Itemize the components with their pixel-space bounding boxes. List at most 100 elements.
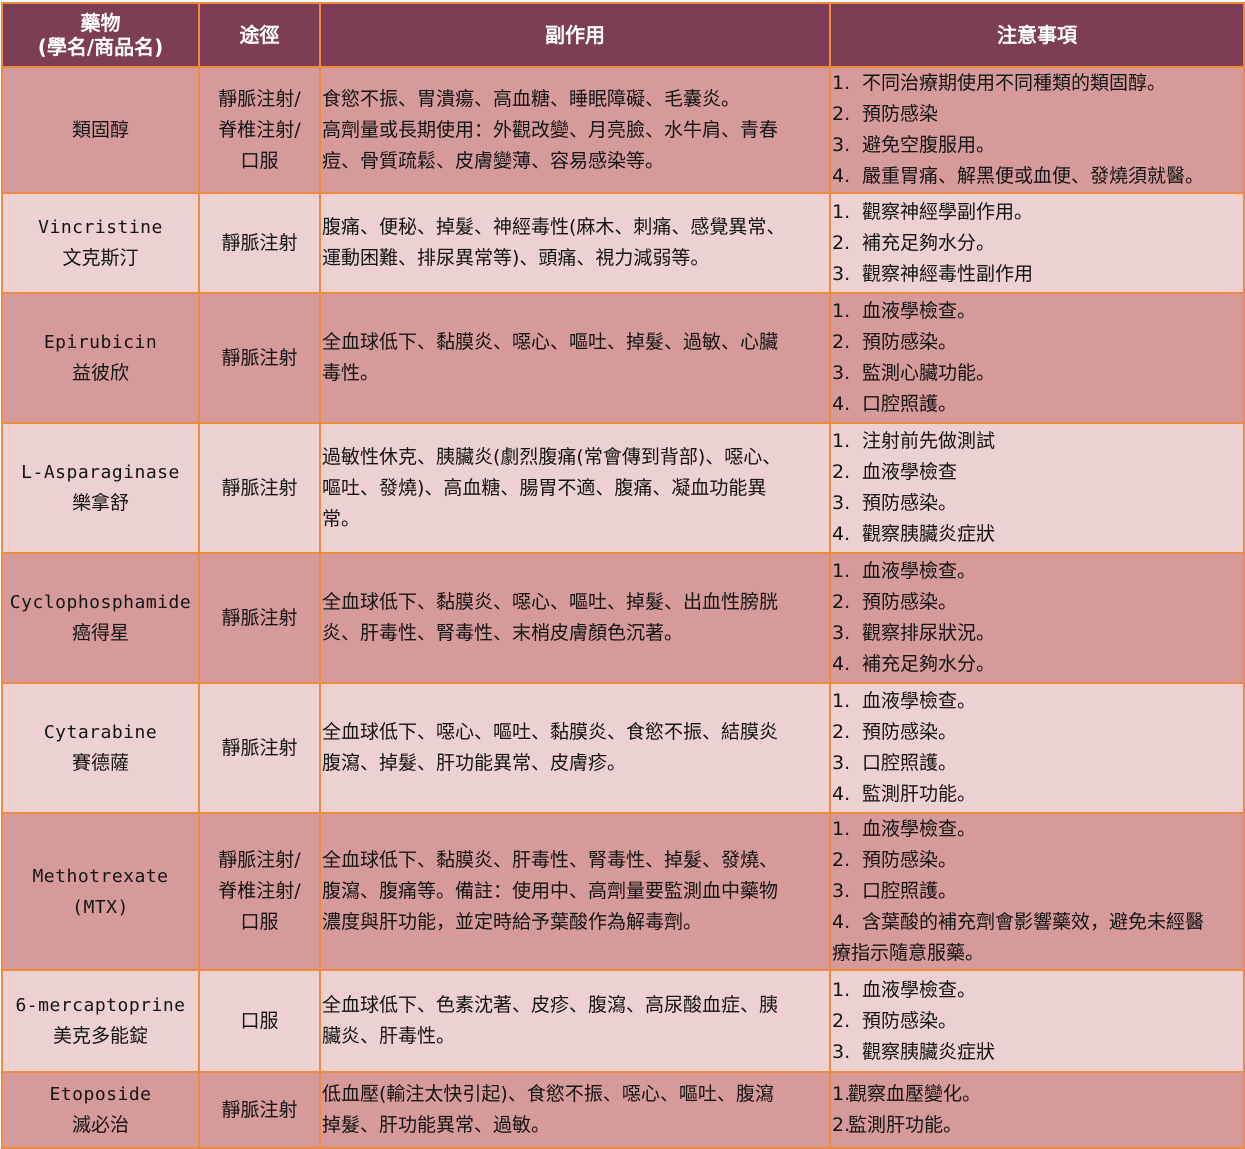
note-number: 4. <box>832 783 851 805</box>
note-text: 觀察胰臟炎症狀 <box>862 1040 996 1063</box>
side-effects-line: 臟炎、肝毒性。 <box>322 1025 456 1047</box>
side-effects-cell: 低血壓(輸注太快引起)、食慾不振、噁心、嘔吐、腹瀉 掉髮、肝功能異常、過敏。 <box>319 1071 831 1149</box>
side-effects-line: 腹痛、便秘、掉髮、神經毒性(麻木、刺痛、感覺異常、 <box>322 216 786 238</box>
side-effects-line: 低血壓(輸注太快引起)、食慾不振、噁心、嘔吐、腹瀉 <box>322 1083 774 1105</box>
drug-alt-name: 樂拿舒 <box>71 492 129 514</box>
table-row: Methotrexate (MTX) 靜脈注射/脊椎注射/口服 全血球低下、黏膜炎、肝… <box>1 812 1245 971</box>
route-line: 脊椎注射/ <box>218 880 301 902</box>
drug-alt-name: (MTX) <box>72 896 129 918</box>
notes-cell: 1. 血液學檢查。 2. 預防感染。 3. 口腔照護。 4. 含葉酸的補充劑會影響藥效，避免未… <box>829 812 1245 971</box>
table-row: 類固醇 靜脈注射/脊椎注射/口服 食慾不振、胃潰瘍、高血糖、睡眠障礙、毛囊炎。 高劑量… <box>1 66 1245 194</box>
note-item: 2. 預防感染。 <box>832 717 1242 748</box>
route-line: 靜脈注射 <box>221 346 298 369</box>
note-text: 監測心臟功能。 <box>862 362 996 384</box>
note-text: 血液學檢查。 <box>862 690 977 712</box>
side-effects-line: 腹瀉、掉髮、肝功能異常、皮膚疹。 <box>322 752 627 774</box>
drug-alt-name: 益彼欣 <box>71 362 129 384</box>
route-cell: 靜脈注射 <box>198 292 321 424</box>
note-number: 3. <box>832 492 851 514</box>
side-effects-line: 痘、骨質疏鬆、皮膚變薄、容易感染等。 <box>322 149 665 172</box>
note-number: 1. <box>832 690 851 712</box>
note-item: 3. 口腔照護。 <box>832 748 1242 779</box>
note-number: 2. <box>832 849 851 871</box>
note-text: 血液學檢查。 <box>862 300 977 322</box>
note-number: 3. <box>832 1040 851 1063</box>
note-item: 1. 注射前先做測試 <box>832 426 1242 457</box>
note-item: 3. 避免空腹服用。 <box>832 130 1242 161</box>
side-effects-cell: 全血球低下、噁心、嘔吐、黏膜炎、食慾不振、結膜炎 腹瀉、掉髮、肝功能異常、皮膚疹。 <box>319 682 831 814</box>
note-number: 3. <box>832 262 851 285</box>
drug-cell: Cytarabine 賽德薩 <box>1 682 200 814</box>
table-row: Cytarabine 賽德薩 靜脈注射 全血球低下、噁心、嘔吐、黏膜炎、食慾不振、結膜… <box>1 682 1245 814</box>
notes-cell: 1. 不同治療期使用不同種類的類固醇。 2. 預防感染 3. 避免空腹服用。 4. 嚴重胃痛、… <box>829 66 1245 194</box>
drug-alt-name: 滅必治 <box>71 1114 129 1136</box>
side-effects-line: 濃度與肝功能，並定時給予葉酸作為解毒劑。 <box>322 911 703 933</box>
drug-name: Methotrexate <box>32 865 169 887</box>
note-item: 2. 預防感染。 <box>832 327 1242 358</box>
route-line: 靜脈注射 <box>221 736 298 759</box>
side-effects-line: 全血球低下、色素沈著、皮疹、腹瀉、高尿酸血症、胰 <box>322 994 779 1016</box>
note-text: 觀察神經學副作用。 <box>862 200 1034 223</box>
note-item: 1.觀察血壓變化。 <box>832 1079 1242 1110</box>
note-text: 預防感染 <box>862 103 939 125</box>
drug-name: Cyclophosphamide <box>9 592 192 613</box>
route-cell: 靜脈注射 <box>198 1071 321 1149</box>
note-item: 3. 觀察胰臟炎症狀 <box>832 1037 1242 1068</box>
note-number: 2. <box>832 331 851 353</box>
note-text: 血液學檢查。 <box>862 818 977 840</box>
notes-cell: 1. 血液學檢查。 2. 預防感染。 3. 口腔照護。 4. 監測肝功能。 <box>829 682 1245 814</box>
note-item: 2. 預防感染。 <box>832 587 1242 618</box>
note-number: 1. <box>832 560 851 582</box>
note-text: 含葉酸的補充劑會影響藥效，避免未經醫 <box>862 911 1205 933</box>
note-number: 2. <box>832 591 851 613</box>
drug-cell: L-Asparaginase 樂拿舒 <box>1 422 200 554</box>
side-effects-cell: 全血球低下、黏膜炎、噁心、嘔吐、掉髮、出血性膀胱 炎、肝毒性、腎毒性、末梢皮膚顏色… <box>319 552 831 684</box>
note-text: 觀察神經毒性副作用 <box>862 262 1034 285</box>
drug-alt-name: 美克多能錠 <box>52 1025 148 1047</box>
note-item: 2. 預防感染。 <box>832 1006 1242 1037</box>
note-item: 4. 觀察胰臟炎症狀 <box>832 519 1242 550</box>
side-effects-line: 腹瀉、腹痛等。備註：使用中、高劑量要監測血中藥物 <box>322 880 779 902</box>
side-effects-line: 炎、肝毒性、腎毒性、末梢皮膚顏色沉著。 <box>322 622 684 644</box>
header-route: 途徑 <box>198 2 321 68</box>
drug-name: 類固醇 <box>71 118 129 141</box>
note-number: 2. <box>832 1114 851 1136</box>
route-line: 口服 <box>240 149 279 172</box>
notes-cell: 1. 觀察神經學副作用。 2. 補充足夠水分。 3. 觀察神經毒性副作用 <box>829 192 1245 294</box>
note-item: 3. 觀察神經毒性副作用 <box>832 259 1242 290</box>
header-drug: 藥物 (學名/商品名) <box>1 2 200 68</box>
note-item: 4. 補充足夠水分。 <box>832 649 1242 680</box>
drug-name: 6-mercaptoprine <box>15 995 186 1016</box>
notes-cell: 1. 血液學檢查。 2. 預防感染。 3. 觀察排尿狀況。 4. 補充足夠水分。 <box>829 552 1245 684</box>
table-row: Epirubicin 益彼欣 靜脈注射 全血球低下、黏膜炎、噁心、嘔吐、掉髮、過敏、心… <box>1 292 1245 424</box>
table-row: Vincristine 文克斯汀 靜脈注射 腹痛、便秘、掉髮、神經毒性(麻木、刺痛、感… <box>1 192 1245 294</box>
table-row: Etoposide 滅必治 靜脈注射 低血壓(輸注太快引起)、食慾不振、噁心、嘔吐、腹… <box>1 1071 1245 1149</box>
route-cell: 靜脈注射 <box>198 422 321 554</box>
note-text: 血液學檢查。 <box>862 978 977 1001</box>
note-number: 1. <box>832 300 851 322</box>
note-number: 4. <box>832 523 851 545</box>
drug-alt-name: 賽德薩 <box>71 752 129 774</box>
header-drug-line2: (學名/商品名) <box>37 35 164 59</box>
notes-cell: 1. 注射前先做測試 2. 血液學檢查 3. 預防感染。 4. 觀察胰臟炎症狀 <box>829 422 1245 554</box>
route-cell: 靜脈注射 <box>198 552 321 684</box>
note-text: 口腔照護。 <box>862 752 958 774</box>
route-line: 口服 <box>240 911 279 933</box>
note-text: 觀察血壓變化。 <box>848 1083 982 1105</box>
note-text: 預防感染。 <box>862 1009 958 1032</box>
note-item: 1. 血液學檢查。 <box>832 296 1242 327</box>
note-item: 2. 補充足夠水分。 <box>832 228 1242 259</box>
note-text: 嚴重胃痛、解黑便或血便、發燒須就醫。 <box>862 165 1205 187</box>
note-item: 1. 血液學檢查。 <box>832 815 1242 845</box>
note-number: 4. <box>832 393 851 415</box>
note-number: 1. <box>832 430 851 452</box>
note-text: 預防感染。 <box>862 331 958 353</box>
note-number: 3. <box>832 622 851 644</box>
note-number: 1. <box>832 200 851 223</box>
note-number: 3. <box>832 362 851 384</box>
side-effects-line: 高劑量或長期使用：外觀改變、月亮臉、水牛肩、青春 <box>322 118 779 141</box>
side-effects-cell: 腹痛、便秘、掉髮、神經毒性(麻木、刺痛、感覺異常、 運動困難、排尿異常等)、頭痛、… <box>319 192 831 294</box>
note-text: 監測肝功能。 <box>848 1114 963 1136</box>
side-effects-cell: 食慾不振、胃潰瘍、高血糖、睡眠障礙、毛囊炎。 高劑量或長期使用：外觀改變、月亮臉、… <box>319 66 831 194</box>
table-body: 類固醇 靜脈注射/脊椎注射/口服 食慾不振、胃潰瘍、高血糖、睡眠障礙、毛囊炎。 高劑量… <box>1 66 1245 1149</box>
